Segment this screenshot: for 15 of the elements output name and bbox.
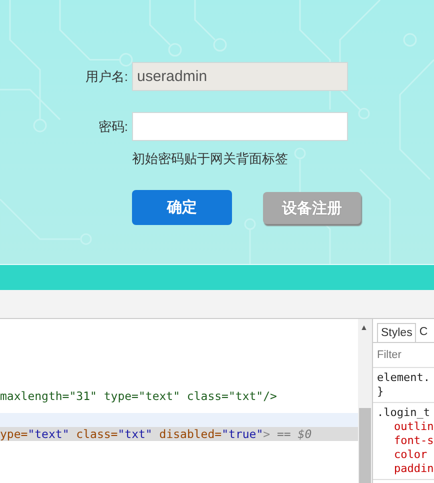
- code-line: maxlength="31" type="text" class="txt"/>: [0, 389, 278, 403]
- css-brace: }: [377, 385, 385, 399]
- hint-text: 初始密码贴于网关背面标签: [132, 150, 289, 168]
- field-label: 密码:: [97, 118, 128, 136]
- input-field[interactable]: [132, 112, 348, 141]
- field-label: 用户名:: [84, 68, 128, 86]
- css-selector: element.: [377, 371, 430, 385]
- confirm-button[interactable]: 确定: [132, 190, 232, 225]
- css-property: color: [393, 448, 428, 462]
- css-selector: .login_t: [377, 406, 430, 420]
- scrollbar-thumb[interactable]: [359, 408, 371, 483]
- tab[interactable]: Styles: [377, 323, 416, 342]
- scrollbar[interactable]: ▲: [358, 319, 372, 483]
- tab[interactable]: C: [416, 323, 431, 342]
- scroll-up-button[interactable]: ▲: [360, 323, 368, 332]
